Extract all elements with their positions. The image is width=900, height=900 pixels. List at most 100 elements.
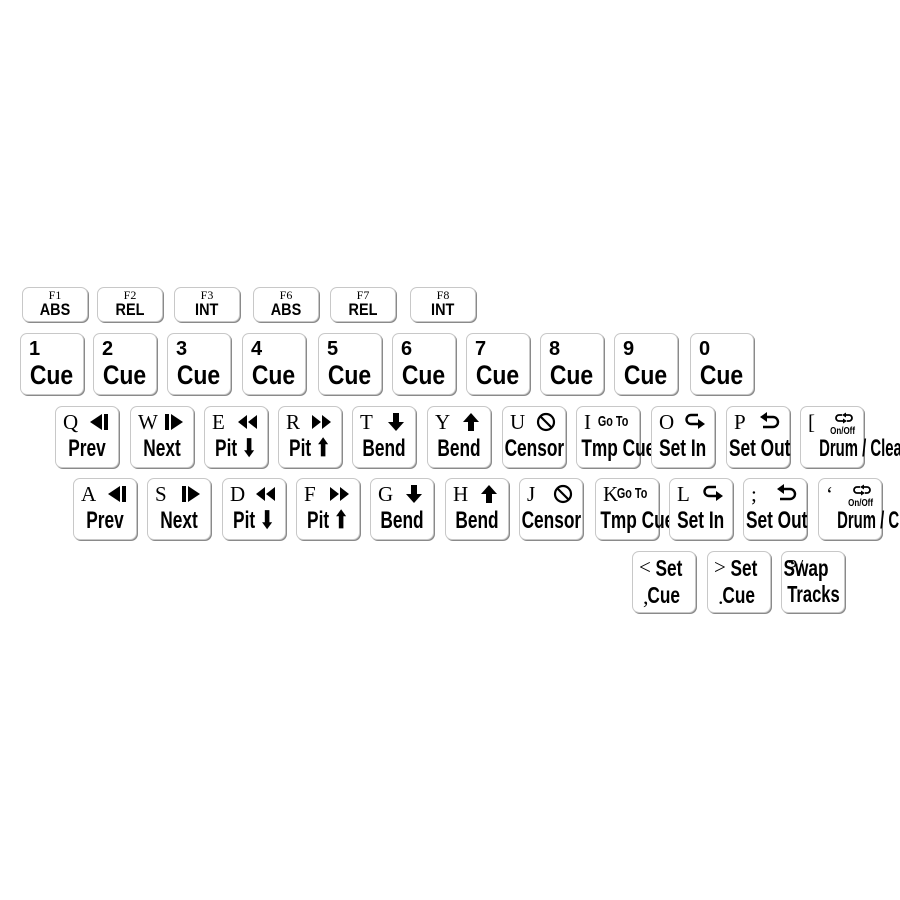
- key-f1[interactable]: F1 ABS: [22, 287, 88, 322]
- key-6[interactable]: 6 Cue: [392, 333, 456, 395]
- rewind-icon: [238, 415, 257, 429]
- key-Q[interactable]: Q Prev: [55, 406, 119, 468]
- key-R[interactable]: R Pit ⬆: [278, 406, 342, 468]
- key-top-right: Set: [726, 555, 762, 581]
- key-4[interactable]: 4 Cue: [242, 333, 306, 395]
- key-label: Cue: [457, 361, 539, 389]
- function-key-value-text: INT: [431, 300, 455, 319]
- key-label: Cue: [681, 361, 763, 389]
- key-f8[interactable]: F8 INT: [410, 287, 476, 322]
- key-A[interactable]: A Prev: [73, 478, 137, 540]
- key-U[interactable]: U Censor: [502, 406, 566, 468]
- key-label-text: Pit ⬇: [215, 435, 257, 462]
- key-label: Cue: [158, 361, 240, 389]
- key-label: Set Out: [717, 435, 799, 463]
- key-S[interactable]: S Next: [147, 478, 211, 540]
- key-9[interactable]: 9 Cue: [614, 333, 678, 395]
- key-0[interactable]: 0 Cue: [690, 333, 754, 395]
- key-number: 4: [251, 338, 262, 360]
- key-letter: T: [360, 411, 373, 433]
- key-label-text: Next: [160, 507, 198, 534]
- key-letter-text: [: [808, 410, 815, 434]
- key-label: Pit ⬇: [213, 507, 295, 535]
- key-1[interactable]: 1 Cue: [20, 333, 84, 395]
- key-bottom-0[interactable]: < Set, Cue: [632, 551, 696, 613]
- key-T[interactable]: T Bend: [352, 406, 416, 468]
- key-K[interactable]: K Go To Tmp Cue: [595, 478, 674, 540]
- fast-forward-icon: [312, 415, 331, 429]
- key-top-left: <: [639, 556, 651, 578]
- key-bottom-right-text: Cue: [646, 582, 680, 608]
- key-number-text: 7: [475, 338, 487, 360]
- key-letter-text: A: [81, 482, 97, 506]
- key-E[interactable]: E Pit ⬇: [204, 406, 268, 468]
- fast-forward-icon: [330, 487, 349, 501]
- key-G[interactable]: G Bend: [370, 478, 434, 540]
- key-label: Bend: [418, 435, 500, 463]
- key-letter-text: G: [378, 482, 394, 506]
- key-[[interactable]: [On/OffDrum / Clean: [800, 406, 900, 468]
- key-letter-text: O: [659, 410, 675, 434]
- arrow-up-icon: [481, 485, 497, 503]
- key-f7[interactable]: F7 REL: [330, 287, 396, 322]
- key-letter: [: [808, 411, 815, 433]
- key-L[interactable]: L Set In: [669, 478, 733, 540]
- key-label: Pit ⬇: [195, 435, 277, 463]
- key-letter: D: [230, 483, 245, 505]
- function-key-value-text: ABS: [270, 300, 302, 319]
- key-3[interactable]: 3 Cue: [167, 333, 231, 395]
- key-I[interactable]: I Go To Tmp Cue: [576, 406, 655, 468]
- key-label: Tmp Cue: [586, 507, 674, 535]
- key-label: Cue: [309, 361, 391, 389]
- key-top-right-text: Swap: [783, 555, 829, 581]
- prev-icon: [90, 414, 108, 430]
- key-label-text: Censor: [504, 435, 565, 462]
- key-7[interactable]: 7 Cue: [466, 333, 530, 395]
- key-label: Cue: [531, 361, 613, 389]
- function-key-value-text: ABS: [39, 300, 71, 319]
- key-number-text: 4: [251, 338, 263, 360]
- key-label-text: Cue: [30, 360, 74, 390]
- arrow-down-icon: [406, 485, 422, 503]
- key-f2[interactable]: F2 REL: [97, 287, 163, 322]
- key-label: Set In: [642, 435, 724, 463]
- key-‘[interactable]: ‘On/OffDrum / Clean: [818, 478, 900, 540]
- key-2[interactable]: 2 Cue: [93, 333, 157, 395]
- loop-out-icon: [777, 484, 797, 501]
- key-letter: Y: [435, 411, 450, 433]
- key-label: Bend: [361, 507, 443, 535]
- key-letter: G: [378, 483, 393, 505]
- function-key-value: REL: [98, 300, 162, 320]
- key-f3[interactable]: F3 INT: [174, 287, 240, 322]
- key-bottom-1[interactable]: > Set. Cue: [707, 551, 771, 613]
- key-H[interactable]: H Bend: [445, 478, 509, 540]
- key-number: 0: [699, 338, 710, 360]
- key-f6[interactable]: F6 ABS: [253, 287, 319, 322]
- key-letter: I: [584, 411, 591, 433]
- key-J[interactable]: J Censor: [519, 478, 583, 540]
- key-letter-text: L: [677, 482, 690, 506]
- key-label-text: Cue: [177, 360, 221, 390]
- key-label-text: Set In: [677, 507, 725, 534]
- key-P[interactable]: P Set Out: [726, 406, 790, 468]
- key-letter-text: I: [584, 410, 591, 434]
- key-label-text: Set Out: [728, 435, 791, 462]
- key-O[interactable]: O Set In: [651, 406, 715, 468]
- function-key-value: INT: [411, 300, 475, 320]
- key-W[interactable]: W Next: [130, 406, 194, 468]
- key-label-text: Cue: [550, 360, 594, 390]
- key-D[interactable]: D Pit ⬇: [222, 478, 286, 540]
- key-F[interactable]: F Pit ⬆: [296, 478, 360, 540]
- key-top-text: Go To: [592, 413, 634, 431]
- key-letter: J: [527, 483, 535, 505]
- key-number-text: 0: [699, 338, 711, 360]
- key-8[interactable]: 8 Cue: [540, 333, 604, 395]
- key-Y[interactable]: Y Bend: [427, 406, 491, 468]
- key-top-text-text: Go To: [616, 485, 648, 502]
- key-number: 5: [327, 338, 338, 360]
- key-5[interactable]: 5 Cue: [318, 333, 382, 395]
- key-label: Bend: [436, 507, 518, 535]
- key-;[interactable]: ; Set Out: [743, 478, 807, 540]
- key-bottom-2[interactable]: ?/Swap Tracks: [781, 551, 845, 613]
- key-top-left: >: [714, 556, 726, 578]
